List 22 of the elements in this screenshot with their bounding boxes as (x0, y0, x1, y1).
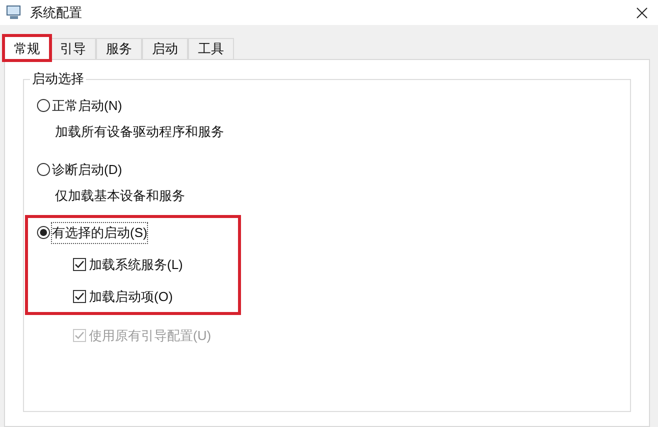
tab[interactable]: 服务 (96, 38, 142, 59)
monitor-icon (6, 5, 22, 20)
radio-label: 正常启动(N) (52, 97, 122, 115)
option-description: 加载所有设备驱动程序和服务 (54, 122, 225, 140)
window-title: 系统配置 (30, 4, 82, 22)
radio-button[interactable] (37, 226, 50, 240)
checkbox-label: 加载启动项(O) (89, 288, 173, 306)
checkbox-label: 加载系统服务(L) (89, 256, 183, 274)
radio-button[interactable] (37, 99, 50, 112)
checkbox[interactable] (73, 290, 86, 304)
tab[interactable]: 启动 (142, 38, 188, 59)
radio-button[interactable] (37, 163, 50, 176)
checkbox-label: 使用原有引导配置(U) (89, 326, 212, 345)
tab[interactable]: 常规 (4, 36, 50, 60)
radio-label: 有选择的启动(S) (52, 223, 148, 242)
radio-label: 诊断启动(D) (52, 161, 122, 179)
option-description: 仅加载基本设备和服务 (54, 186, 186, 204)
tab[interactable]: 引导 (50, 38, 96, 59)
checkbox[interactable] (73, 258, 86, 271)
close-icon[interactable] (636, 6, 648, 18)
group-title: 启动选择 (30, 71, 86, 87)
tab[interactable]: 工具 (188, 38, 234, 59)
